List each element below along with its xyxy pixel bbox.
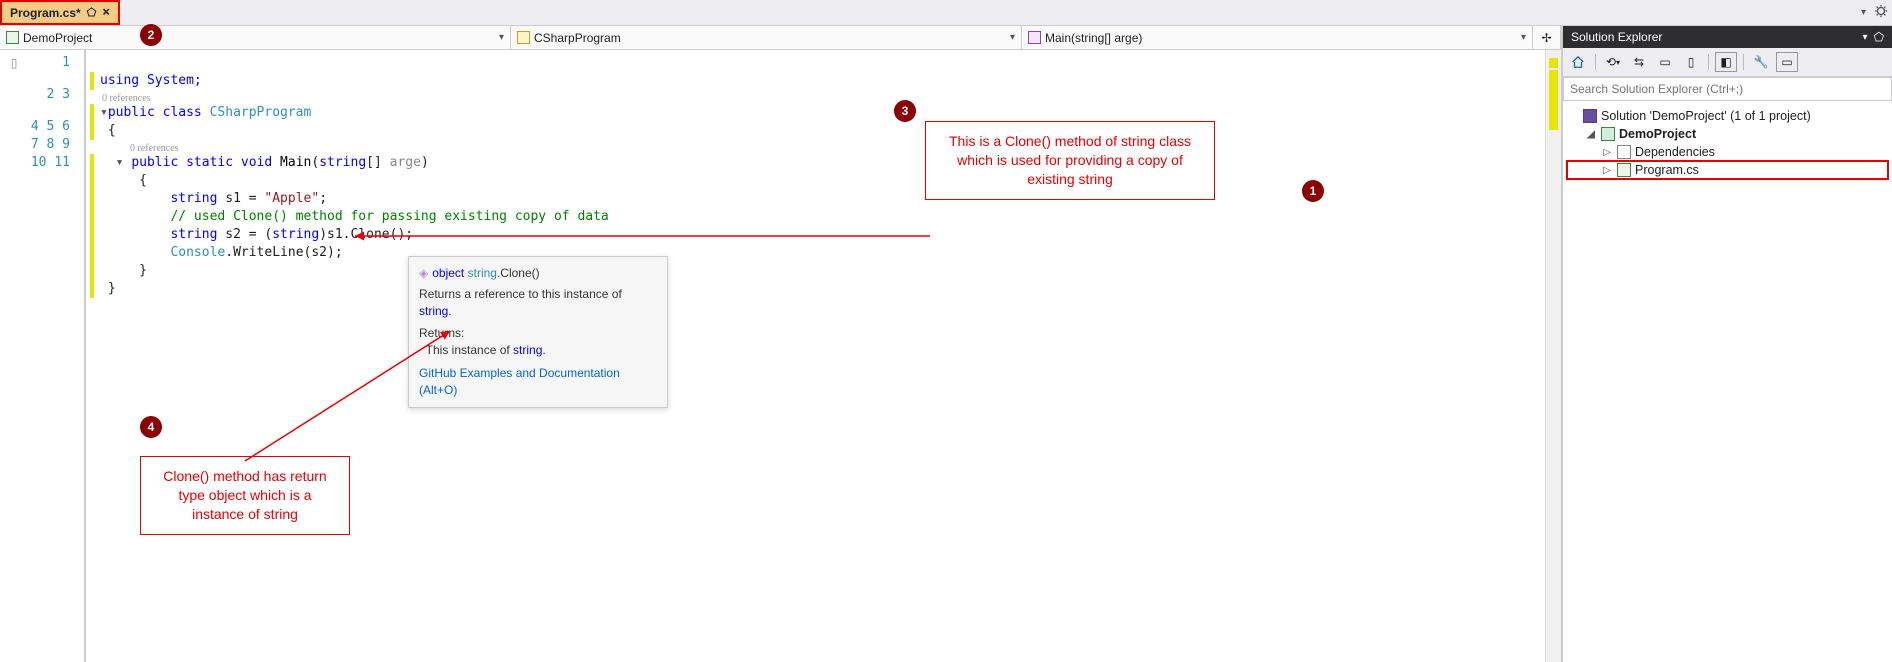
solution-tree[interactable]: Solution 'DemoProject' (1 of 1 project) … bbox=[1563, 101, 1892, 662]
outline-margin: ▯ bbox=[0, 50, 28, 662]
csharp-project-icon bbox=[1601, 127, 1615, 141]
pin-icon[interactable]: ⬠ bbox=[87, 6, 97, 19]
nav-project-label: DemoProject bbox=[23, 31, 92, 45]
annotation-badge-4: 4 bbox=[140, 416, 162, 438]
nav-member-label: Main(string[] arge) bbox=[1045, 31, 1142, 45]
show-all-files-icon[interactable]: ▯ bbox=[1680, 52, 1702, 72]
annotation-callout-3: This is a Clone() method of string class… bbox=[925, 121, 1215, 200]
tab-overflow-dropdown[interactable]: ▾ bbox=[1861, 7, 1866, 18]
vertical-scrollbar[interactable] bbox=[1545, 50, 1561, 662]
solution-node[interactable]: Solution 'DemoProject' (1 of 1 project) bbox=[1567, 107, 1888, 125]
close-icon[interactable]: × bbox=[102, 5, 110, 20]
sync-icon[interactable]: ⟲▾ bbox=[1602, 52, 1624, 72]
chevron-down-icon: ▾ bbox=[499, 32, 504, 43]
code-editor[interactable]: using System;0 references▾public class C… bbox=[86, 50, 1545, 662]
codelens-references[interactable]: 0 references bbox=[124, 140, 1545, 154]
solution-explorer-title-bar: Solution Explorer ▾ ⬠ bbox=[1563, 26, 1892, 48]
code-editor-pane: DemoProject ▾ CSharpProgram ▾ Main(strin… bbox=[0, 26, 1562, 662]
split-icon: ✢ bbox=[1541, 31, 1551, 45]
github-examples-link[interactable]: GitHub Examples and Documentation (Alt+O… bbox=[419, 366, 620, 397]
nav-project-dropdown[interactable]: DemoProject ▾ bbox=[0, 26, 511, 49]
scrollbar-change-marker bbox=[1549, 70, 1558, 130]
annotation-badge-2: 2 bbox=[140, 24, 162, 46]
line-number-gutter: 1 2 3 4 5 6 7 8 9 10 11 bbox=[28, 50, 86, 662]
preview-icon[interactable]: ▭ bbox=[1776, 52, 1798, 72]
document-tab-bar: Program.cs* ⬠ × ▾ bbox=[0, 0, 1892, 26]
class-icon bbox=[517, 31, 530, 44]
back-forward-icon[interactable]: ⇆ bbox=[1628, 52, 1650, 72]
window-menu-icon[interactable]: ▾ bbox=[1863, 32, 1868, 43]
tab-title: Program.cs* bbox=[10, 6, 81, 20]
chevron-down-icon: ▾ bbox=[1521, 32, 1526, 43]
pin-icon[interactable]: ⬠ bbox=[1874, 30, 1884, 44]
annotation-callout-4: Clone() method has return type object wh… bbox=[140, 456, 350, 535]
csharp-project-icon bbox=[6, 31, 19, 44]
collapse-all-icon[interactable]: ▭ bbox=[1654, 52, 1676, 72]
solution-explorer-pane: Solution Explorer ▾ ⬠ ⟲▾ ⇆ ▭ ▯ ◧ 🔧 ▭ bbox=[1562, 26, 1892, 662]
solution-icon bbox=[1583, 109, 1597, 123]
dependencies-icon bbox=[1617, 145, 1631, 159]
nav-member-dropdown[interactable]: Main(string[] arge) ▾ bbox=[1022, 26, 1533, 49]
codelens-references[interactable]: 0 references bbox=[96, 90, 1545, 104]
intellisense-tooltip: ◈object string.Clone() Returns a referen… bbox=[408, 256, 668, 408]
caret-right-icon[interactable]: ▷ bbox=[1601, 147, 1613, 158]
home-icon[interactable] bbox=[1567, 52, 1589, 72]
method-icon bbox=[1028, 31, 1041, 44]
nav-split-button[interactable]: ✢ bbox=[1533, 26, 1561, 49]
solution-search-input[interactable] bbox=[1563, 77, 1892, 101]
nav-class-label: CSharpProgram bbox=[534, 31, 621, 45]
project-node[interactable]: ◢ DemoProject bbox=[1567, 125, 1888, 143]
caret-down-icon[interactable]: ◢ bbox=[1585, 129, 1597, 140]
annotation-badge-3: 3 bbox=[894, 100, 916, 122]
scrollbar-change-marker bbox=[1549, 58, 1558, 68]
dependencies-node[interactable]: ▷ Dependencies bbox=[1567, 143, 1888, 161]
program-cs-node[interactable]: ▷ Program.cs bbox=[1567, 161, 1888, 179]
document-tab-program-cs[interactable]: Program.cs* ⬠ × bbox=[0, 0, 120, 25]
fold-toggle[interactable]: ▯ bbox=[0, 54, 28, 72]
annotation-badge-1: 1 bbox=[1302, 180, 1324, 202]
view-toggle-icon[interactable]: ◧ bbox=[1715, 52, 1737, 72]
csharp-file-icon bbox=[1617, 163, 1631, 177]
properties-icon[interactable]: 🔧 bbox=[1750, 52, 1772, 72]
code-text: using System; bbox=[100, 73, 202, 88]
chevron-down-icon: ▾ bbox=[1010, 32, 1015, 43]
caret-right-icon[interactable]: ▷ bbox=[1601, 165, 1613, 176]
nav-class-dropdown[interactable]: CSharpProgram ▾ bbox=[511, 26, 1022, 49]
method-cube-icon: ◈ bbox=[419, 266, 428, 280]
gear-icon[interactable] bbox=[1874, 4, 1888, 21]
navigation-bar: DemoProject ▾ CSharpProgram ▾ Main(strin… bbox=[0, 26, 1561, 50]
solution-explorer-toolbar: ⟲▾ ⇆ ▭ ▯ ◧ 🔧 ▭ bbox=[1563, 48, 1892, 77]
solution-search-box[interactable] bbox=[1563, 77, 1892, 101]
